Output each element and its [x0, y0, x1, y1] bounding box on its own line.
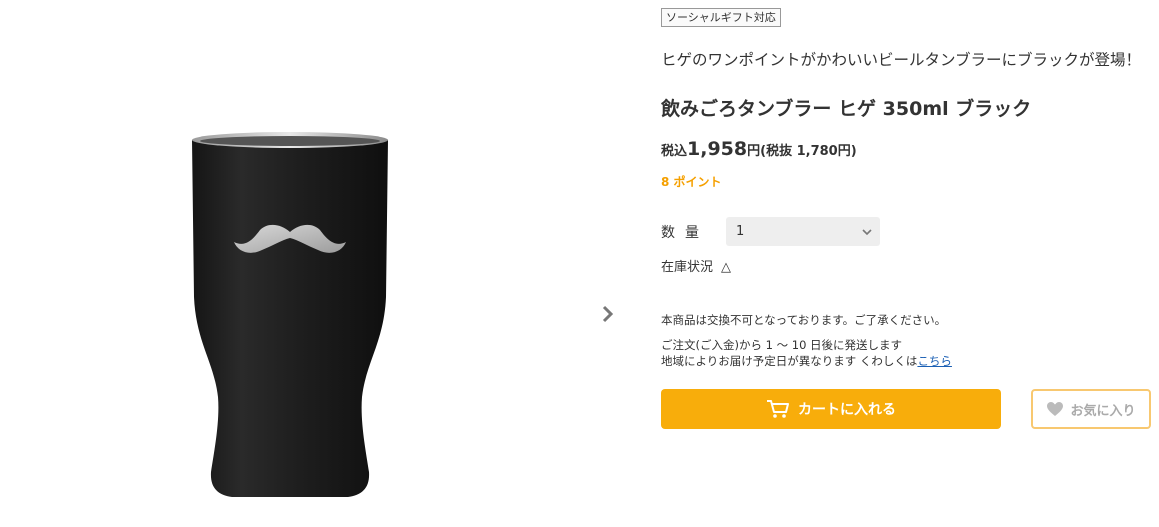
shipping-notice: ご注文(ご入金)から 1 ～ 10 日後に発送します	[661, 338, 903, 352]
region-details-link[interactable]: こちら	[917, 354, 952, 368]
social-gift-badge: ソーシャルギフト対応	[661, 8, 781, 27]
points: 8 ポイント	[661, 175, 722, 189]
region-notice: 地域によりお届け予定日が異なります くわしくはこちら	[661, 353, 952, 369]
stock-status: 在庫状況 △	[661, 256, 731, 275]
catch-copy: ヒゲのワンポイントがかわいいビールタンブラーにブラックが登場！	[661, 51, 1142, 69]
heart-icon	[1047, 402, 1064, 416]
stock-label: 在庫状況	[661, 260, 714, 275]
price-yen: 円	[747, 144, 761, 159]
product-title: 飲みごろタンブラー ヒゲ 350ml ブラック	[661, 98, 1032, 120]
chevron-right-icon[interactable]	[596, 302, 620, 326]
add-to-cart-button[interactable]: カートに入れる	[661, 389, 1001, 429]
stock-mark: △	[721, 260, 732, 275]
product-image	[192, 132, 388, 497]
chevron-down-icon	[862, 229, 872, 236]
price-tax-excluded: (税抜 1,780円)	[760, 144, 857, 159]
favorite-button-label: お気に入り	[1070, 403, 1136, 419]
product-details: ソーシャルギフト対応 ヒゲのワンポイントがかわいいビールタンブラーにブラックが登…	[661, 0, 1159, 527]
product-gallery	[0, 0, 630, 527]
tax-in-label: 税込	[661, 144, 688, 159]
region-text: 地域によりお届け予定日が異なります くわしくは	[661, 354, 918, 368]
price: 税込1,958円(税抜 1,780円)	[661, 138, 857, 160]
quantity-label: 数量	[661, 225, 709, 241]
favorite-button[interactable]: お気に入り	[1031, 389, 1151, 429]
price-amount: 1,958	[687, 138, 748, 160]
quantity-value: 1	[736, 224, 745, 239]
no-exchange-notice: 本商品は交換不可となっております。ご了承ください。	[661, 313, 947, 327]
cart-icon	[767, 400, 789, 418]
cart-button-label: カートに入れる	[798, 402, 896, 418]
quantity-select[interactable]: 1	[726, 217, 880, 246]
